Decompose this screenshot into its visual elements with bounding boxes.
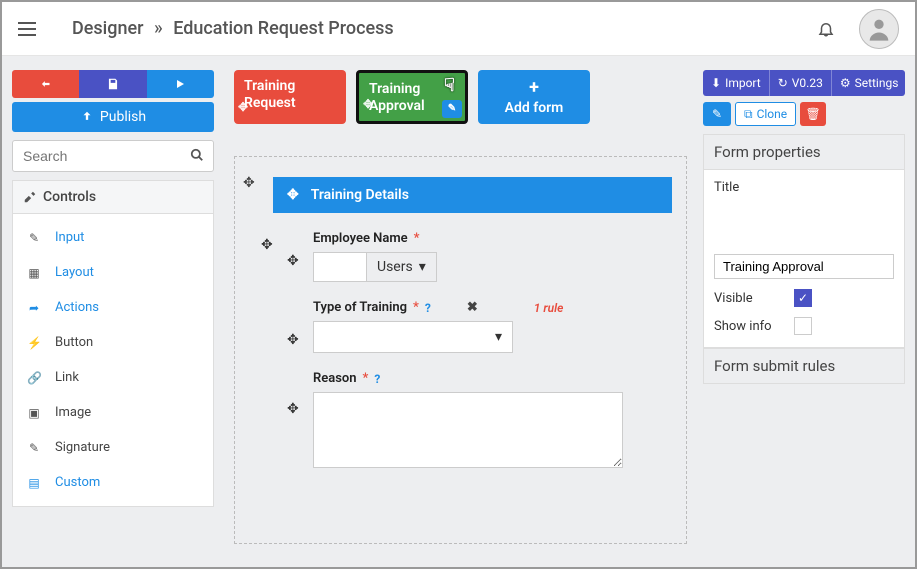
field-label-reason: Reason <box>313 371 357 386</box>
controls-image[interactable]: ▣Image <box>13 395 213 430</box>
form-canvas[interactable]: ✥ ✥ Training Details ✥ ✥ Employee Name* … <box>234 156 687 544</box>
add-form-button[interactable]: + Add form <box>478 70 590 124</box>
field-label-employee: Employee Name <box>313 231 408 246</box>
search-input[interactable] <box>12 140 214 172</box>
type-of-training-select[interactable]: ▾ <box>313 321 513 353</box>
link-icon: 🔗 <box>27 371 41 385</box>
field-label-type: Type of Training <box>313 300 407 315</box>
gear-icon: ⚙ <box>840 76 851 90</box>
section-header[interactable]: ✥ Training Details <box>273 177 672 213</box>
move-icon[interactable]: ✥ <box>287 401 299 417</box>
pencil-icon: ✎ <box>27 441 41 455</box>
form-tab-training-request[interactable]: ✥ Training Request <box>234 70 346 124</box>
breadcrumb-sep: » <box>154 18 163 39</box>
move-icon[interactable]: ✥ <box>363 97 373 111</box>
pencil-icon: ✎ <box>712 107 722 121</box>
controls-button[interactable]: ⚡Button <box>13 325 213 360</box>
settings-button[interactable]: ⚙Settings <box>832 70 905 96</box>
layout-icon: ▦ <box>27 266 41 280</box>
controls-panel-header[interactable]: Controls <box>12 180 214 214</box>
reason-textarea[interactable] <box>313 392 623 468</box>
required-mark: * <box>413 300 419 315</box>
exit-button[interactable] <box>12 70 79 98</box>
title-label: Title <box>714 180 739 250</box>
publish-button[interactable]: Publish <box>12 102 214 132</box>
breadcrumb-page: Education Request Process <box>173 18 393 39</box>
showinfo-checkbox[interactable] <box>794 317 812 335</box>
menu-toggle[interactable] <box>18 22 36 36</box>
form-properties-header[interactable]: Form properties <box>703 134 905 170</box>
controls-link[interactable]: 🔗Link <box>13 360 213 395</box>
form-title-input[interactable] <box>714 254 894 279</box>
version-button[interactable]: ↻V0.23 <box>769 70 832 96</box>
copy-icon: ⧉ <box>744 107 753 122</box>
actions-icon: ➦ <box>27 301 41 315</box>
edit-icon: ✎ <box>27 231 41 245</box>
edit-form-button[interactable]: ✎ <box>442 100 462 118</box>
section-title: Training Details <box>311 187 409 203</box>
save-button[interactable] <box>79 70 146 98</box>
showinfo-label: Show info <box>714 319 784 334</box>
controls-layout[interactable]: ▦Layout <box>13 255 213 290</box>
breadcrumb-root[interactable]: Designer <box>72 18 143 39</box>
custom-icon: ▤ <box>27 476 41 490</box>
tools-icon <box>23 190 37 204</box>
form-submit-rules-header[interactable]: Form submit rules <box>703 348 905 384</box>
move-icon[interactable]: ✥ <box>287 332 299 348</box>
move-icon[interactable]: ✥ <box>287 187 299 203</box>
move-icon[interactable]: ✥ <box>287 253 299 269</box>
caret-down-icon: ▾ <box>419 259 426 275</box>
required-mark: * <box>414 231 420 246</box>
plus-icon: + <box>529 77 539 99</box>
form-tab-training-approval[interactable]: ✥ Training Approval ☟ ✎ <box>356 70 468 124</box>
controls-signature[interactable]: ✎Signature <box>13 430 213 465</box>
remove-field-icon[interactable]: ✖ <box>467 300 478 315</box>
edit-button[interactable]: ✎ <box>703 102 731 126</box>
delete-button[interactable]: 🗑 <box>800 102 826 126</box>
bolt-icon: ⚡ <box>27 336 41 350</box>
breadcrumb: Designer » Education Request Process <box>72 18 394 39</box>
run-button[interactable] <box>147 70 214 98</box>
visible-checkbox[interactable]: ✓ <box>794 289 812 307</box>
move-icon[interactable]: ✥ <box>238 100 248 114</box>
employee-name-input[interactable] <box>313 252 367 282</box>
image-icon: ▣ <box>27 406 41 420</box>
clone-button[interactable]: ⧉Clone <box>735 102 796 126</box>
required-mark: * <box>363 371 369 386</box>
move-icon[interactable]: ✥ <box>243 175 255 191</box>
visible-label: Visible <box>714 291 784 306</box>
avatar[interactable] <box>859 9 899 49</box>
help-icon[interactable]: ? <box>425 301 431 315</box>
cursor-icon: ☟ <box>444 75 455 97</box>
users-dropdown[interactable]: Users▾ <box>367 252 437 282</box>
controls-input[interactable]: ✎Input <box>13 220 213 255</box>
move-icon[interactable]: ✥ <box>261 237 273 253</box>
rule-badge[interactable]: 1 rule <box>534 301 564 315</box>
help-icon[interactable]: ? <box>374 372 380 386</box>
download-icon: ⬇ <box>711 76 721 90</box>
controls-custom[interactable]: ▤Custom <box>13 465 213 500</box>
trash-icon: 🗑 <box>806 107 821 121</box>
caret-down-icon: ▾ <box>495 329 502 345</box>
controls-actions[interactable]: ➦Actions <box>13 290 213 325</box>
notifications-icon[interactable] <box>817 19 835 39</box>
import-button[interactable]: ⬇Import <box>703 70 769 96</box>
search-icon[interactable] <box>190 148 204 166</box>
history-icon: ↻ <box>778 76 788 90</box>
publish-label: Publish <box>100 109 146 125</box>
